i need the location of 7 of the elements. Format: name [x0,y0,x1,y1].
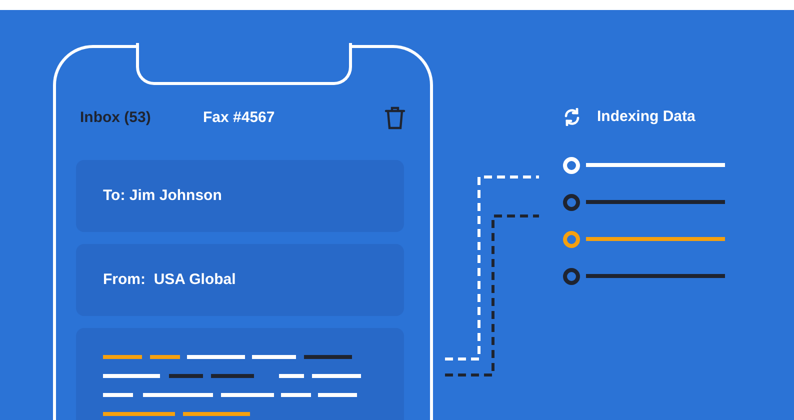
trash-icon[interactable] [384,106,406,130]
field-label: To: Jim Johnson [103,186,222,206]
indexing-title: Indexing Data [597,107,696,127]
inbox-label[interactable]: Inbox (53) [80,106,203,130]
field-label: From: USA Global [103,270,236,290]
refresh-icon [563,108,581,126]
fax-title: Fax #4567 [203,108,275,128]
